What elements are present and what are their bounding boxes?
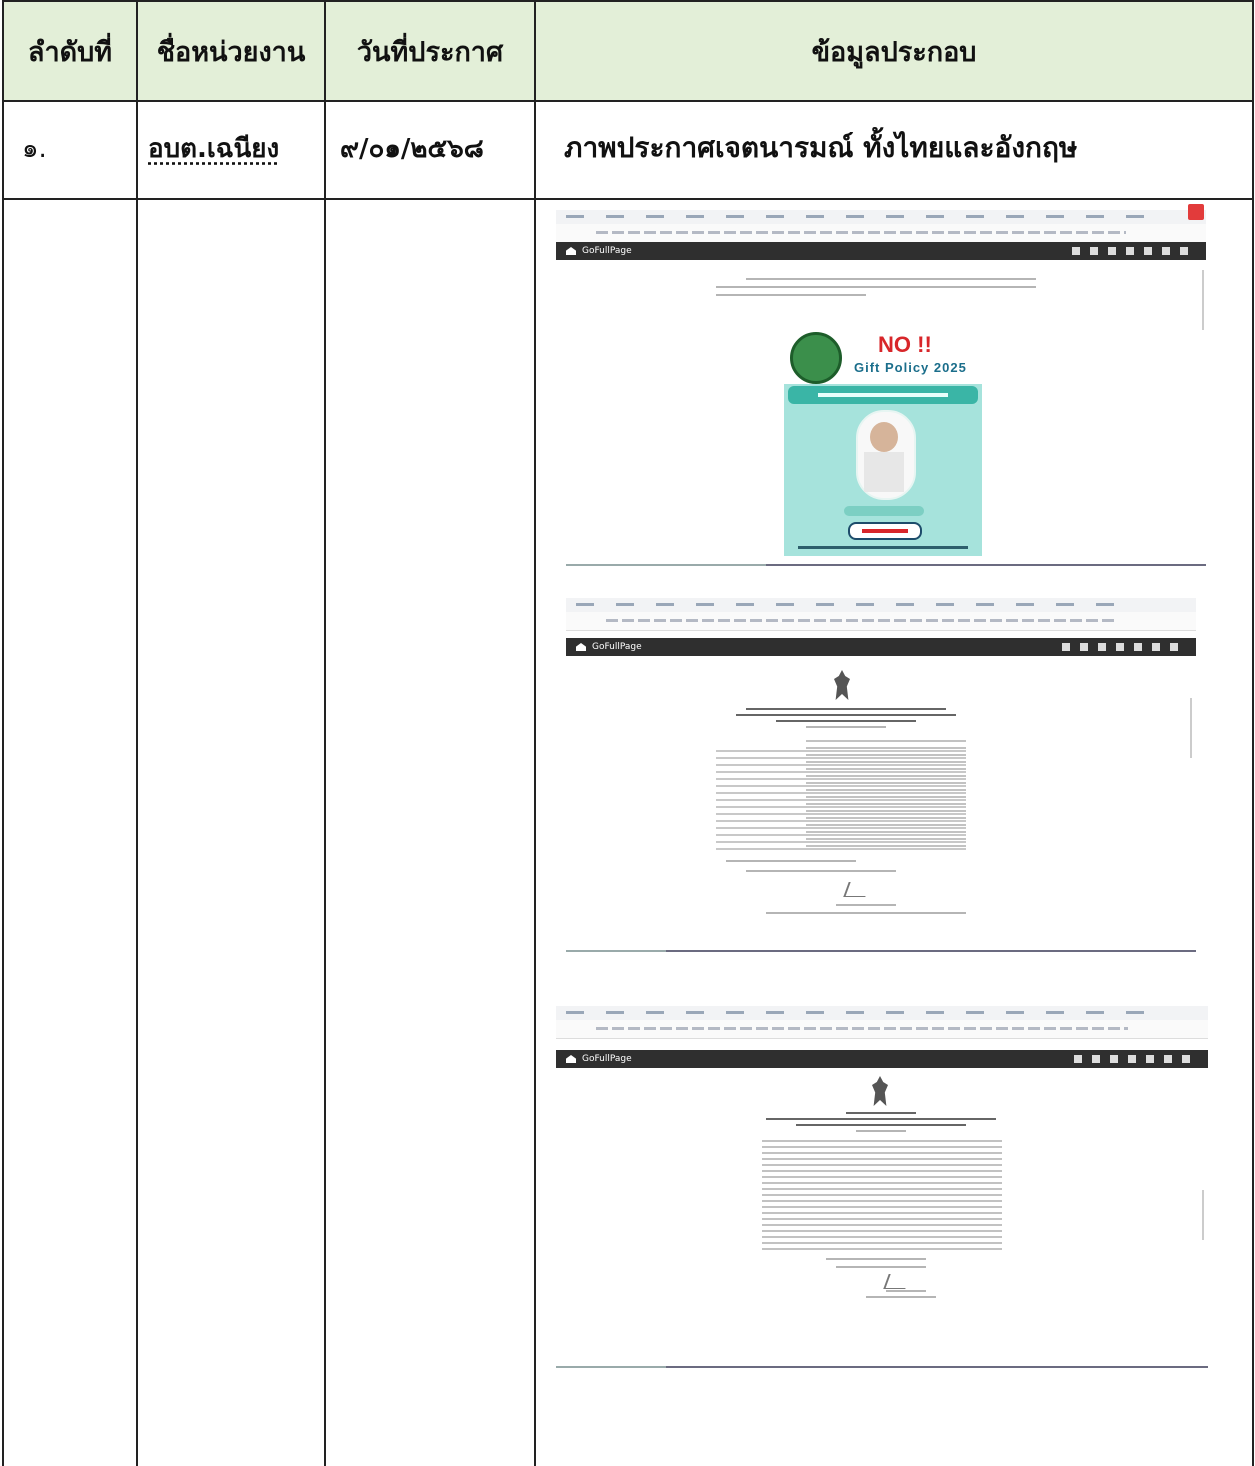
garuda-emblem-icon [866,1076,894,1106]
browser-tabbar [566,598,1196,612]
row-order: ๑. [22,133,47,164]
table-border-header [2,100,1254,102]
browser-urlbar [556,1020,1208,1039]
header-unit: ชื่อหน่วยงาน [156,36,306,68]
gift-policy-poster: NO !! Gift Policy 2025 [784,326,982,556]
header-order: ลำดับที่ [27,36,113,68]
header-info: ข้อมูลประกอบ [811,36,977,68]
screenshot-announcement-en: GoFullPage [566,598,1196,954]
row-unit-name[interactable]: อบต.เฉนียง [148,104,318,192]
browser-urlbar [556,224,1206,243]
gofullpage-toolbar: GoFullPage [556,242,1206,260]
home-icon [566,247,576,255]
table-divider-2 [324,0,326,1466]
browser-tabbar [556,1006,1208,1020]
no-gift-badge [848,522,922,540]
home-icon [566,1055,576,1063]
app-title: GoFullPage [592,642,642,652]
table-border-right [1252,0,1254,1466]
table-divider-1 [136,0,138,1466]
row-info: ภาพประกาศเจตนารมณ์ ทั้งไทยและอังกฤษ [564,131,1078,164]
table-divider-3 [534,0,536,1466]
app-title: GoFullPage [582,246,632,256]
toolbar-icons [1062,643,1182,651]
screenshot-poster: GoFullPage NO !! Gift Policy 2025 [556,204,1206,568]
toolbar-icons [1074,1055,1194,1063]
gofullpage-toolbar: GoFullPage [566,638,1196,656]
garuda-emblem-icon [828,670,856,700]
poster-headline: NO !! [878,332,932,357]
table-border-left [2,0,4,1466]
app-title: GoFullPage [582,1054,632,1064]
screenshot-announcement-th: GoFullPage [556,1006,1208,1370]
header-date: วันที่ประกาศ [356,36,504,68]
poster-subtitle: Gift Policy 2025 [854,360,967,375]
table-border-top [2,0,1254,2]
home-icon [576,643,586,651]
announcement-page [696,660,986,940]
seal-icon [790,332,842,384]
gofullpage-toolbar: GoFullPage [556,1050,1208,1068]
signature [883,1274,911,1289]
signature [843,882,871,897]
table-border-row [2,198,1254,200]
pdf-icon [1188,204,1204,220]
row-date: ๙/๐๑/๒๕๖๘ [340,133,484,164]
announcement-page [756,1072,1006,1302]
browser-urlbar [566,612,1196,631]
browser-tabbar [556,204,1206,224]
toolbar-icons [1072,247,1192,255]
